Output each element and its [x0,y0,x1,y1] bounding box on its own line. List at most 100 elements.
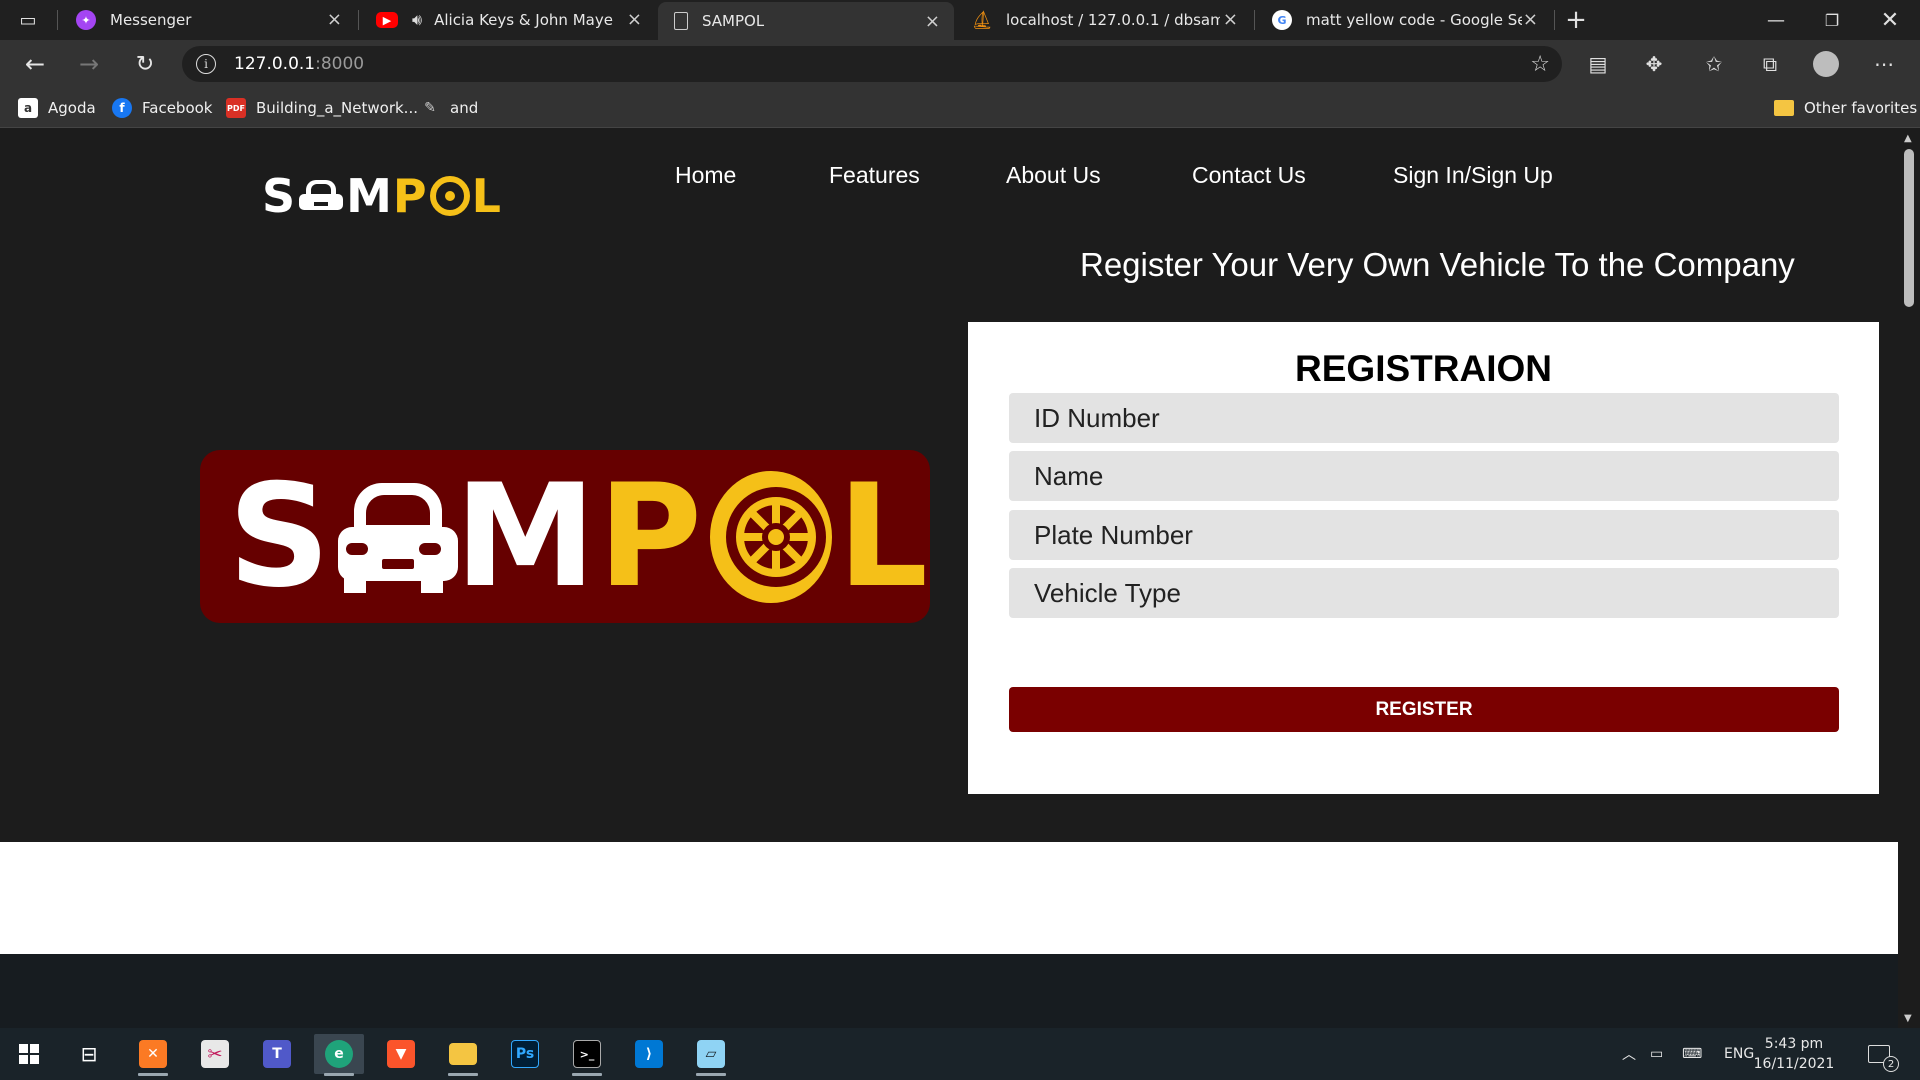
nav-sign-in-sign-up[interactable]: Sign In/Sign Up [1393,162,1553,189]
clock[interactable]: 5:43 pm 16/11/2021 [1752,1034,1836,1074]
bookmark-agoda[interactable]: a Agoda [18,96,96,120]
minimize-icon[interactable]: — [1748,0,1804,40]
tab-google[interactable]: G matt yellow code - Google Searc × [1256,0,1552,40]
hero-title: Register Your Very Own Vehicle To the Co… [1080,246,1795,283]
pen-icon: ✎ [424,100,436,116]
plate-number-input[interactable] [1009,510,1839,560]
notification-center[interactable]: 2 [1868,1028,1899,1080]
page-scrollbar[interactable]: ▲ ▼ [1898,129,1920,1028]
agoda-icon: a [18,98,38,118]
favorites-icon[interactable]: ✩ [1700,50,1728,78]
tab-actions-icon[interactable]: ▭ [0,0,56,40]
back-icon[interactable]: ← [18,48,52,80]
taskbar-terminal[interactable]: >_ [562,1034,612,1076]
close-window-icon[interactable]: ✕ [1862,0,1918,40]
battery-icon[interactable]: ▭ [1650,1028,1663,1080]
tab-title: Alicia Keys & John Mayer - I [434,11,614,29]
start-button[interactable] [4,1034,54,1074]
bookmark-network[interactable]: PDF Building_a_Network... [226,96,418,120]
close-tab-icon[interactable]: × [627,9,642,30]
other-favorites[interactable]: Other favorites [1774,96,1917,120]
facebook-icon: f [112,98,132,118]
bookmark-label: Building_a_Network... [256,99,418,117]
profile-avatar-icon[interactable] [1812,50,1840,78]
messenger-icon: ✦ [76,10,96,30]
collections-icon[interactable]: ⧉ [1756,50,1784,78]
scrollbar-thumb[interactable] [1904,149,1914,307]
form-heading: REGISTRAION [1295,348,1552,389]
tab-youtube[interactable]: ▶ 🔊︎ Alicia Keys & John Mayer - I × [360,0,656,40]
nav-contact-us[interactable]: Contact Us [1192,162,1306,189]
clock-time: 5:43 pm [1764,1036,1824,1052]
bookmark-and[interactable]: ✎ and [420,96,478,120]
reading-view-icon[interactable]: ▤ [1584,50,1612,78]
snipping-tool-icon: ✂ [201,1040,229,1068]
url-text[interactable]: 127.0.0.1:8000 [234,54,364,74]
taskbar-brave[interactable]: ▼ [376,1034,426,1074]
wheel-icon [710,470,832,603]
windows-taskbar: ⊟ ✕ ✂ T e ▼ Ps >_ ⟩ ▱ ︿ ▭ ⌨ ENG 5:43 pm … [0,1028,1920,1080]
car-icon [338,481,459,593]
extensions-icon[interactable]: ✥ [1640,50,1668,78]
pdf-icon: PDF [226,98,246,118]
windows-icon [19,1044,39,1064]
folder-icon [1774,100,1794,116]
taskbar-photoshop[interactable]: Ps [500,1034,550,1074]
address-bar[interactable]: i 127.0.0.1:8000 ☆ [182,46,1562,82]
bookmark-label: and [450,99,479,117]
taskbar-vscode[interactable]: ⟩ [624,1034,674,1074]
scroll-up-icon[interactable]: ▲ [1904,133,1912,144]
tab-messenger[interactable]: ✦ Messenger × [60,0,356,40]
taskbar-file-explorer[interactable] [438,1034,488,1076]
tab-sampol[interactable]: SAMPOL × [658,2,954,40]
tab-phpmyadmin[interactable]: ⛵︎ localhost / 127.0.0.1 / dbsampol × [956,0,1252,40]
brave-icon: ▼ [387,1040,415,1068]
bookmark-label: Agoda [48,99,96,117]
show-hidden-icons[interactable]: ︿ [1622,1028,1636,1080]
edge-icon: e [325,1040,353,1068]
close-tab-icon[interactable]: × [1523,9,1538,30]
youtube-icon: ▶ [376,12,398,28]
taskbar-teams[interactable]: T [252,1034,302,1074]
keyboard-icon[interactable]: ⌨ [1682,1028,1702,1080]
folder-icon [449,1043,477,1065]
bookmark-label: Facebook [142,99,213,117]
task-view-button[interactable]: ⊟ [64,1034,114,1074]
site-info-icon[interactable]: i [196,54,216,74]
scroll-down-icon[interactable]: ▼ [1904,1013,1912,1024]
refresh-icon[interactable]: ↻ [128,48,162,80]
tab-title: SAMPOL [702,12,765,30]
google-icon: G [1272,10,1292,30]
nav-about-us[interactable]: About Us [1006,162,1101,189]
id-number-input[interactable] [1009,393,1839,443]
notes-icon: ▱ [697,1040,725,1068]
bookmark-facebook[interactable]: f Facebook [112,96,212,120]
page-icon [674,12,688,30]
taskbar-xampp[interactable]: ✕ [128,1034,178,1076]
vscode-icon: ⟩ [635,1040,663,1068]
speaker-icon[interactable]: 🔊︎ [412,10,422,30]
vehicle-type-input[interactable] [1009,568,1839,618]
web-page: S M P L Home Features About Us Contact U… [0,129,1898,1028]
name-input[interactable] [1009,451,1839,501]
close-tab-icon[interactable]: × [925,11,940,32]
close-tab-icon[interactable]: × [1223,9,1238,30]
new-tab-icon[interactable]: + [1556,0,1596,40]
more-menu-icon[interactable]: ⋯ [1870,50,1898,78]
language-indicator[interactable]: ENG [1724,1028,1754,1080]
browser-toolbar: ← → ↻ i 127.0.0.1:8000 ☆ ▤ ✥ ✩ ⧉ ⋯ [0,40,1920,88]
brand-logo[interactable]: S M P L [262,169,502,223]
restore-icon[interactable]: ❐ [1804,0,1860,40]
close-tab-icon[interactable]: × [327,9,342,30]
nav-features[interactable]: Features [829,162,920,189]
taskbar-snipping[interactable]: ✂ [190,1034,240,1074]
other-favorites-label: Other favorites [1804,99,1918,117]
taskbar-edge[interactable]: e [314,1034,364,1076]
taskbar-notes[interactable]: ▱ [686,1034,736,1076]
forward-icon[interactable]: → [72,48,106,80]
nav-home[interactable]: Home [675,162,736,189]
xampp-icon: ✕ [139,1040,167,1068]
wheel-icon [429,176,470,216]
register-button[interactable]: REGISTER [1009,687,1839,732]
add-favorite-icon[interactable]: ☆ [1530,52,1550,77]
